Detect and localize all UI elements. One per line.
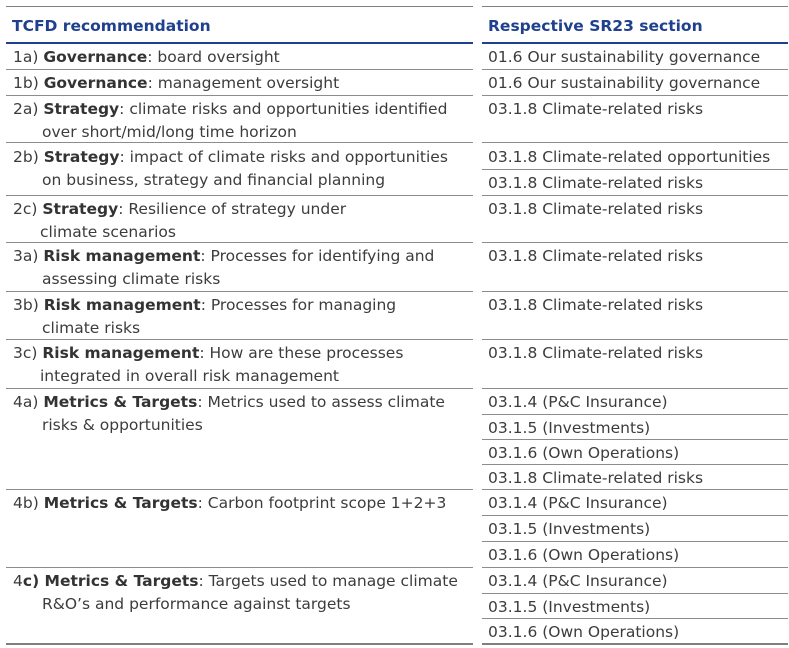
- row-category: c) Metrics & Targets: [22, 572, 199, 590]
- section-cell: 03.1.8 Climate-related risks: [482, 96, 788, 143]
- row-category: Governance: [43, 48, 148, 66]
- row-description: : Processes for identifying and: [200, 247, 435, 265]
- row-category: Strategy: [43, 148, 120, 166]
- row-description-continued: on business, strategy and financial plan…: [42, 170, 386, 189]
- section-cell: 03.1.8 Climate-related risks: [482, 465, 788, 490]
- section-cell: 03.1.6 (Own Operations): [482, 542, 788, 568]
- header-tcfd-recommendation: TCFD recommendation: [6, 6, 473, 44]
- row-code: 2a): [13, 100, 39, 118]
- section-cell: 03.1.8 Climate-related opportunities: [482, 143, 788, 170]
- section-cell: 03.1.4 (P&C Insurance): [482, 490, 788, 516]
- row-description-continued: R&O’s and performance against targets: [42, 594, 351, 613]
- recommendation-row: 4a) Metrics & Targets: Metrics used to a…: [6, 389, 473, 490]
- row-code: 4b): [13, 494, 39, 512]
- row-description: : Processes for managing: [200, 296, 397, 314]
- row-description: : climate risks and opportunities identi…: [119, 100, 448, 118]
- section-cell: 03.1.5 (Investments): [482, 415, 788, 440]
- row-description: : Targets used to manage climate: [198, 572, 458, 590]
- recommendation-row: 1b) Governance: management oversight: [6, 70, 473, 96]
- row-description: : management oversight: [147, 74, 340, 92]
- section-cell: 03.1.8 Climate-related risks: [482, 292, 788, 340]
- row-category: Metrics & Targets: [43, 393, 198, 411]
- row-description-continued: climate scenarios: [40, 222, 176, 241]
- row-description-continued: assessing climate risks: [42, 269, 221, 288]
- section-cell: 03.1.8 Climate-related risks: [482, 196, 788, 243]
- row-description: : Resilience of strategy under: [118, 200, 347, 218]
- row-description: : board oversight: [147, 48, 280, 66]
- recommendation-row: 2b) Strategy: impact of climate risks an…: [6, 143, 473, 196]
- row-code: 3b): [13, 296, 39, 314]
- row-code: 2b): [13, 148, 39, 166]
- header-right-label: Respective SR23 section: [488, 17, 703, 35]
- row-category: Strategy: [42, 200, 119, 218]
- recommendation-row: 3a) Risk management: Processes for ident…: [6, 243, 473, 292]
- section-cell: 03.1.4 (P&C Insurance): [482, 568, 788, 594]
- section-cell: 03.1.6 (Own Operations): [482, 619, 788, 645]
- recommendation-row: 4c) Metrics & Targets: Targets used to m…: [6, 568, 473, 645]
- row-category: Governance: [43, 74, 148, 92]
- row-description: : Carbon footprint scope 1+2+3: [197, 494, 447, 512]
- row-category: Risk management: [43, 247, 201, 265]
- row-category: Risk management: [43, 296, 201, 314]
- recommendation-row: 3b) Risk management: Processes for manag…: [6, 292, 473, 340]
- row-description-continued: integrated in overall risk management: [40, 366, 339, 385]
- section-cell: 03.1.5 (Investments): [482, 594, 788, 619]
- recommendation-row: 4b) Metrics & Targets: Carbon footprint …: [6, 490, 473, 568]
- row-description-continued: climate risks: [42, 318, 141, 337]
- recommendation-row: 2c) Strategy: Resilience of strategy und…: [6, 196, 473, 243]
- row-description-continued: risks & opportunities: [42, 415, 203, 434]
- section-cell: 01.6 Our sustainability governance: [482, 44, 788, 70]
- row-category: Metrics & Targets: [43, 494, 198, 512]
- row-category: Risk management: [42, 344, 200, 362]
- row-description: : Metrics used to assess climate: [197, 393, 445, 411]
- header-sr23-section: Respective SR23 section: [482, 6, 788, 44]
- section-cell: 03.1.5 (Investments): [482, 516, 788, 542]
- section-cell: 03.1.8 Climate-related risks: [482, 243, 788, 292]
- row-code: 4a): [13, 393, 39, 411]
- recommendation-row: 2a) Strategy: climate risks and opportun…: [6, 96, 473, 143]
- row-description: : How are these processes: [199, 344, 404, 362]
- row-description-continued: over short/mid/long time horizon: [42, 122, 297, 141]
- row-description: : impact of climate risks and opportunit…: [119, 148, 448, 166]
- row-code: 1a): [13, 48, 39, 66]
- recommendation-row: 1a) Governance: board oversight: [6, 44, 473, 70]
- section-cell: 03.1.4 (P&C Insurance): [482, 389, 788, 415]
- row-code: 4: [13, 572, 23, 590]
- row-category: Strategy: [43, 100, 120, 118]
- section-cell: 03.1.6 (Own Operations): [482, 440, 788, 465]
- section-cell: 03.1.8 Climate-related risks: [482, 170, 788, 196]
- row-code: 2c): [13, 200, 38, 218]
- row-code: 1b): [13, 74, 39, 92]
- row-code: 3a): [13, 247, 39, 265]
- header-left-label: TCFD recommendation: [12, 17, 211, 35]
- section-cell: 01.6 Our sustainability governance: [482, 70, 788, 96]
- row-code: 3c): [13, 344, 38, 362]
- section-cell: 03.1.8 Climate-related risks: [482, 340, 788, 389]
- recommendation-row: 3c) Risk management: How are these proce…: [6, 340, 473, 389]
